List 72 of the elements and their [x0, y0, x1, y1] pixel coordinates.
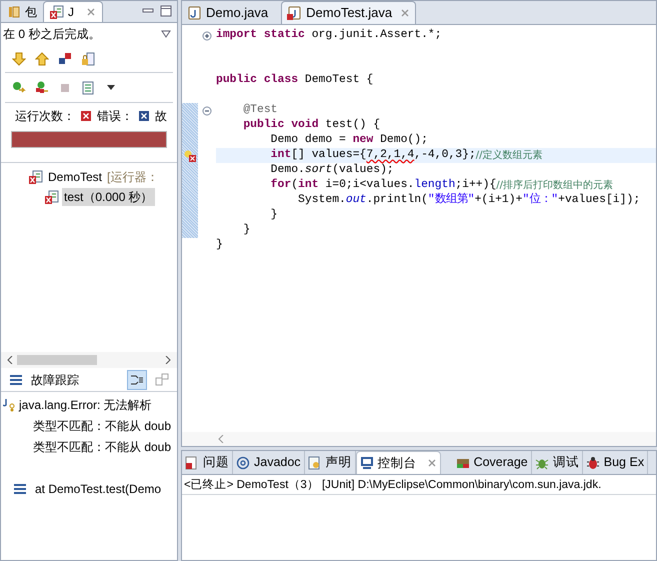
- code-line: }: [270, 208, 279, 223]
- scrollbar-thumb[interactable]: [17, 355, 97, 365]
- maximize-icon: [159, 4, 173, 18]
- code-line: Demo.sort(values);: [270, 163, 395, 178]
- caret-icon: [107, 84, 115, 90]
- editor-tab[interactable]: Demo.java: [182, 1, 274, 24]
- test-case-icon: [45, 190, 59, 204]
- code-line: @Test: [242, 103, 279, 118]
- failure-icon: [139, 111, 149, 121]
- filter-icon: [130, 372, 144, 386]
- panel-title: 故障跟踪: [31, 372, 80, 388]
- view-tab[interactable]: 调试: [532, 451, 583, 474]
- editor-tab[interactable]: DemoTest.java: [281, 1, 416, 24]
- trace-line[interactable]: 类型不匹配：不能从 doub: [33, 416, 172, 434]
- problems-icon: [185, 456, 199, 470]
- rerun-failed-icon: [35, 80, 49, 94]
- junit-icon: [50, 5, 64, 19]
- tree-item[interactable]: test（0.000 秒）: [62, 188, 155, 206]
- exception-icon: [3, 398, 15, 412]
- previous-arrow-icon: [35, 52, 49, 66]
- status-text: 在 0 秒之后完成。: [3, 26, 102, 43]
- filter-trace-button[interactable]: [127, 370, 147, 390]
- expand-icon[interactable]: [202, 30, 212, 40]
- counter-label: 错误：: [97, 108, 133, 125]
- view-tab[interactable]: 包: [1, 1, 43, 22]
- code-line: public class DemoTest {: [216, 73, 374, 88]
- view-tab[interactable]: Javadoc: [233, 451, 305, 474]
- code-line: }: [216, 238, 224, 253]
- trace-line[interactable]: at DemoTest.test(Demo: [35, 480, 162, 498]
- java-file-icon: [187, 6, 201, 20]
- stack-frame-icon: [13, 482, 27, 494]
- close-icon: [86, 7, 96, 17]
- code-line: public void test() {: [242, 118, 382, 133]
- lock-icon: [81, 52, 95, 66]
- view-tab[interactable]: Bug Ex: [582, 451, 648, 474]
- beetle-icon: [586, 456, 600, 470]
- code-line: System.out.println("数组第"+(i+1)+"位："+values[i]);: [297, 193, 642, 208]
- test-suite-icon: [29, 170, 43, 184]
- declaration-icon: [308, 456, 322, 470]
- next-arrow-icon: [12, 52, 26, 66]
- code-line: import static org.junit.Assert.*;: [216, 28, 443, 43]
- compare-icon: [155, 372, 169, 386]
- scroll-right-icon[interactable]: [165, 356, 171, 364]
- close-icon: [400, 8, 410, 18]
- dropdown-icon: [161, 30, 171, 38]
- code-line: Demo demo = new Demo();: [270, 133, 429, 148]
- view-tab[interactable]: 问题: [182, 451, 233, 474]
- failures-icon: [58, 52, 72, 66]
- counter-label: 运行次数：: [15, 108, 75, 125]
- tree-item[interactable]: DemoTest: [46, 168, 104, 186]
- view-tab[interactable]: J: [43, 1, 103, 22]
- java-file-error-icon: [287, 6, 302, 20]
- error-icon: [81, 111, 91, 121]
- code-line: }: [242, 223, 252, 238]
- list-icon: [81, 80, 95, 94]
- trace-line[interactable]: 类型不匹配：不能从 doub: [33, 438, 172, 456]
- run-icon: [12, 80, 26, 94]
- package-icon: [7, 4, 21, 18]
- collapse-icon[interactable]: [202, 106, 212, 116]
- scroll-left-icon[interactable]: [7, 356, 13, 364]
- view-tab[interactable]: 声明: [304, 451, 356, 474]
- trace-line[interactable]: java.lang.Error: 无法解析: [19, 396, 152, 414]
- runner-detail: [运行器：: [107, 169, 158, 186]
- view-tab[interactable]: Coverage: [452, 451, 532, 474]
- counter-label: 故: [155, 108, 167, 125]
- code-line: for(int i=0;i<values.length;i++){//排序后打印数组中的元素: [270, 178, 614, 192]
- monitor-icon: [360, 456, 374, 470]
- list-icon: [9, 374, 23, 386]
- close-icon: [426, 458, 437, 468]
- view-tab[interactable]: 控制台: [356, 451, 441, 474]
- console-header: <已终止> DemoTest（3） [JUnit] D:\MyEclipse\Common\binary\com.sun.java.jdk.: [182, 475, 656, 495]
- at-sign-icon: [236, 456, 250, 470]
